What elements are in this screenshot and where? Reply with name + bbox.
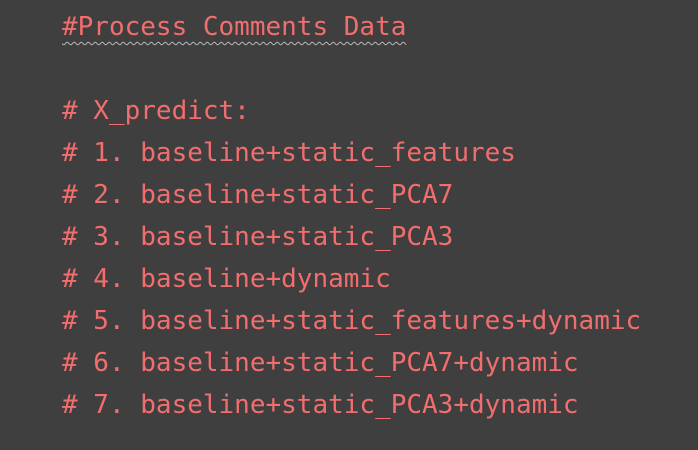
code-line-2[interactable]	[62, 48, 698, 90]
code-line-10[interactable]: # 7. baseline+static_PCA3+dynamic	[62, 384, 698, 426]
comment-text: # 1. baseline+static_features	[62, 138, 516, 168]
comment-text: # 5. baseline+static_features+dynamic	[62, 306, 642, 336]
comment-text: # 4. baseline+dynamic	[62, 264, 391, 294]
comment-text: # 2. baseline+static_PCA7	[62, 180, 454, 210]
code-line-8[interactable]: # 5. baseline+static_features+dynamic	[62, 300, 698, 342]
code-line-5[interactable]: # 2. baseline+static_PCA7	[62, 174, 698, 216]
comment-text: # X_predict:	[62, 96, 250, 126]
code-editor[interactable]: #Process Comments Data # X_predict: # 1.…	[0, 0, 698, 450]
comment-text: # 7. baseline+static_PCA3+dynamic	[62, 390, 579, 420]
code-line-7[interactable]: # 4. baseline+dynamic	[62, 258, 698, 300]
comment-text: # 6. baseline+static_PCA7+dynamic	[62, 348, 579, 378]
comment-text: # 3. baseline+static_PCA3	[62, 222, 454, 252]
code-line-6[interactable]: # 3. baseline+static_PCA3	[62, 216, 698, 258]
comment-heading: #Process Comments Data	[62, 12, 407, 42]
code-line-4[interactable]: # 1. baseline+static_features	[62, 132, 698, 174]
code-line-3[interactable]: # X_predict:	[62, 90, 698, 132]
code-line-1[interactable]: #Process Comments Data	[62, 6, 698, 48]
code-line-9[interactable]: # 6. baseline+static_PCA7+dynamic	[62, 342, 698, 384]
